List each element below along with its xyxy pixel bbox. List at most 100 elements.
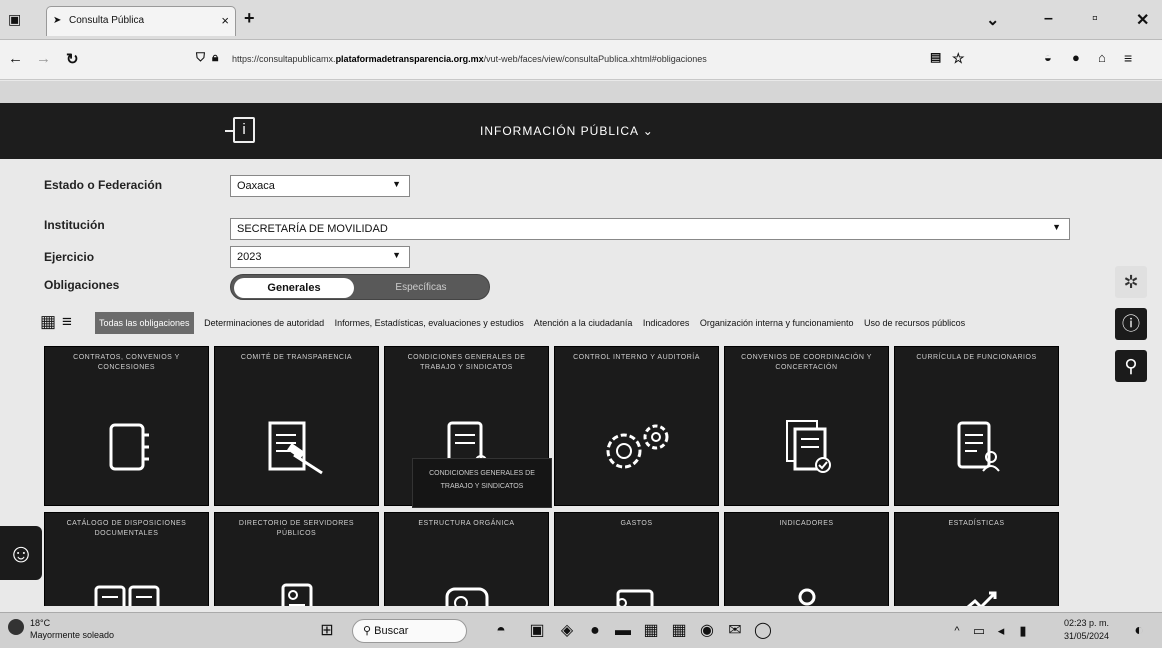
obligation-tile[interactable]: CURRÍCULA DE FUNCIONARIOS [894, 346, 1059, 506]
excel-icon[interactable]: ▦ [668, 620, 690, 642]
lock-icon: 🔒︎ [212, 50, 219, 64]
close-window-icon[interactable]: ✕ [1136, 10, 1149, 30]
extensions-icon[interactable]: ⌂ [1098, 50, 1106, 65]
obligation-tile[interactable]: COMITÉ DE TRANSPARENCIA [214, 346, 379, 506]
state-select[interactable]: Oaxaca ▼ [230, 175, 410, 197]
list-view-icon[interactable]: ≡ [62, 313, 80, 331]
category-item[interactable]: Uso de recursos públicos [864, 318, 965, 328]
tab-title: Consulta Pública [69, 15, 145, 26]
site-header: i INFORMACIÓN PÚBLICA ⌄ [0, 103, 1162, 159]
obligation-tile[interactable]: ESTRUCTURA ORGÁNICA [384, 512, 549, 606]
shield-icon[interactable]: ⛉ [196, 50, 205, 65]
year-label: Ejercicio [44, 250, 95, 264]
year-select[interactable]: 2023 ▼ [230, 246, 410, 268]
network-icon[interactable]: ▭ [968, 620, 990, 642]
toggle-especificas[interactable]: Específicas [361, 278, 481, 298]
folders-icon [45, 579, 208, 606]
chrome-icon[interactable]: ◉ [696, 620, 718, 642]
category-item[interactable]: Atención a la ciudadanía [534, 318, 633, 328]
search-label: Buscar [374, 625, 409, 637]
category-item[interactable]: Todas las obligaciones [95, 312, 194, 334]
institution-select[interactable]: SECRETARÍA DE MOVILIDAD ▼ [230, 218, 1070, 240]
tab-list-icon[interactable]: ⌄ [986, 10, 999, 30]
toggle-generales[interactable]: Generales [234, 278, 354, 298]
gears-icon [555, 417, 718, 482]
browser-menu-icon[interactable]: ▣ [8, 11, 21, 28]
obligation-tile[interactable]: CONTRATOS, CONVENIOS Y CONCESIONES [44, 346, 209, 506]
obligation-tile[interactable]: CATÁLOGO DE DISPOSICIONES DOCUMENTALES [44, 512, 209, 606]
notifications-icon[interactable]: ◐ [1128, 620, 1150, 642]
obligation-tile[interactable]: INDICADORES [724, 512, 889, 606]
tile-title: COMITÉ DE TRANSPARENCIA [240, 354, 353, 361]
clock-date: 31/05/2024 [1064, 631, 1110, 641]
task-view-icon[interactable]: ▣ [526, 620, 548, 642]
accessibility-icon[interactable]: ☺ [0, 526, 42, 580]
address-bar[interactable]: https://consultapublicamx.plataformadetr… [224, 49, 914, 71]
account-icon[interactable]: ● [1072, 50, 1080, 65]
mail-icon[interactable]: ✉ [724, 620, 746, 642]
whatsapp-icon[interactable]: ◯ [752, 620, 774, 642]
reload-icon[interactable]: ↻ [66, 50, 79, 68]
tile-title: INDICADORES [779, 520, 834, 527]
favicon-icon: ➤ [53, 15, 62, 26]
category-item[interactable]: Informes, Estadísticas, evaluaciones y e… [335, 318, 524, 328]
trend-icon [895, 579, 1058, 606]
grid-view-icon[interactable]: ▦ [40, 313, 58, 331]
hamburger-menu-icon[interactable]: ≡ [1124, 50, 1132, 66]
new-tab-icon[interactable]: + [244, 8, 255, 29]
minimize-icon[interactable]: – [1044, 10, 1053, 28]
tile-title: CONTRATOS, CONVENIOS Y CONCESIONES [73, 354, 180, 371]
weather-widget[interactable]: 18°C Mayormente soleado [8, 617, 114, 641]
taskbar-search[interactable]: ⚲ Buscar [352, 619, 467, 643]
state-label: Estado o Federación [44, 178, 163, 192]
teams-icon[interactable]: ◈ [556, 620, 578, 642]
clock-time: 02:23 p. m. [1064, 618, 1110, 628]
category-item[interactable]: Indicadores [643, 318, 690, 328]
help-icon[interactable]: ✲ [1115, 266, 1147, 298]
bookmark-star-icon[interactable]: ☆ [952, 50, 965, 67]
start-icon[interactable]: ⊞ [316, 620, 338, 642]
tile-title: DIRECTORIO DE SERVIDORES PÚBLICOS [238, 520, 355, 537]
search-key-icon[interactable]: ⚲ [1115, 350, 1147, 382]
close-tab-icon[interactable]: × [221, 13, 229, 28]
category-item[interactable]: Determinaciones de autoridad [204, 318, 324, 328]
info-publica-menu[interactable]: INFORMACIÓN PÚBLICA ⌄ [480, 124, 654, 138]
obligation-tile[interactable]: ESTADÍSTICAS [894, 512, 1059, 606]
notebook-icon [45, 417, 208, 482]
obligation-tile[interactable]: GASTOS [554, 512, 719, 606]
obligation-tile[interactable]: CONTROL INTERNO Y AUDITORÍA [554, 346, 719, 506]
obligations-toggle[interactable]: Generales Específicas [230, 274, 490, 300]
category-item[interactable]: Organización interna y funcionamiento [700, 318, 854, 328]
people-icon [725, 579, 888, 606]
reader-view-icon[interactable]: ▤ [930, 50, 941, 64]
firefox-icon[interactable]: ● [584, 620, 606, 642]
chevron-down-icon: ▼ [1052, 222, 1061, 232]
login-icon[interactable]: i [225, 117, 255, 143]
widgets-icon[interactable]: ◓ [490, 620, 512, 642]
tile-tooltip: CONDICIONES GENERALES DE TRABAJO Y SINDI… [412, 458, 552, 508]
browser-tab[interactable]: ➤ Consulta Pública × [46, 6, 236, 36]
maximize-icon[interactable]: ▫ [1092, 10, 1098, 28]
battery-icon[interactable]: ▮ [1012, 620, 1034, 642]
tile-title: ESTADÍSTICAS [948, 520, 1005, 527]
year-value: 2023 [237, 251, 262, 263]
tray-chevron-icon[interactable]: ^ [946, 620, 968, 642]
obligation-tile[interactable]: DIRECTORIO DE SERVIDORES PÚBLICOS [214, 512, 379, 606]
back-icon[interactable]: ← [8, 50, 23, 67]
institution-label: Institución [44, 218, 105, 232]
volume-icon[interactable]: ◂ [990, 620, 1012, 642]
pocket-icon[interactable]: ◒ [1044, 50, 1052, 65]
tile-title: CATÁLOGO DE DISPOSICIONES DOCUMENTALES [66, 520, 187, 537]
obligation-tile[interactable]: CONVENIOS DE COORDINACIÓN Y CONCERTACIÓN [724, 346, 889, 506]
category-bar: ▦ ≡ Todas las obligaciones Determinacion… [40, 310, 1120, 336]
alert-icon[interactable]: ⓘ [1115, 308, 1147, 340]
org-chart-icon [385, 579, 548, 606]
url-suffix: /vut-web/faces/view/consultaPublica.xhtm… [483, 54, 707, 64]
page-top-strip [0, 81, 1162, 103]
word-icon[interactable]: ▦ [640, 620, 662, 642]
file-explorer-icon[interactable]: ▬ [612, 620, 634, 642]
forward-icon[interactable]: → [36, 50, 51, 67]
category-list: Todas las obligaciones Determinaciones d… [95, 310, 1125, 336]
state-value: Oaxaca [237, 180, 275, 192]
system-clock[interactable]: 02:23 p. m. 31/05/2024 [1064, 617, 1109, 643]
